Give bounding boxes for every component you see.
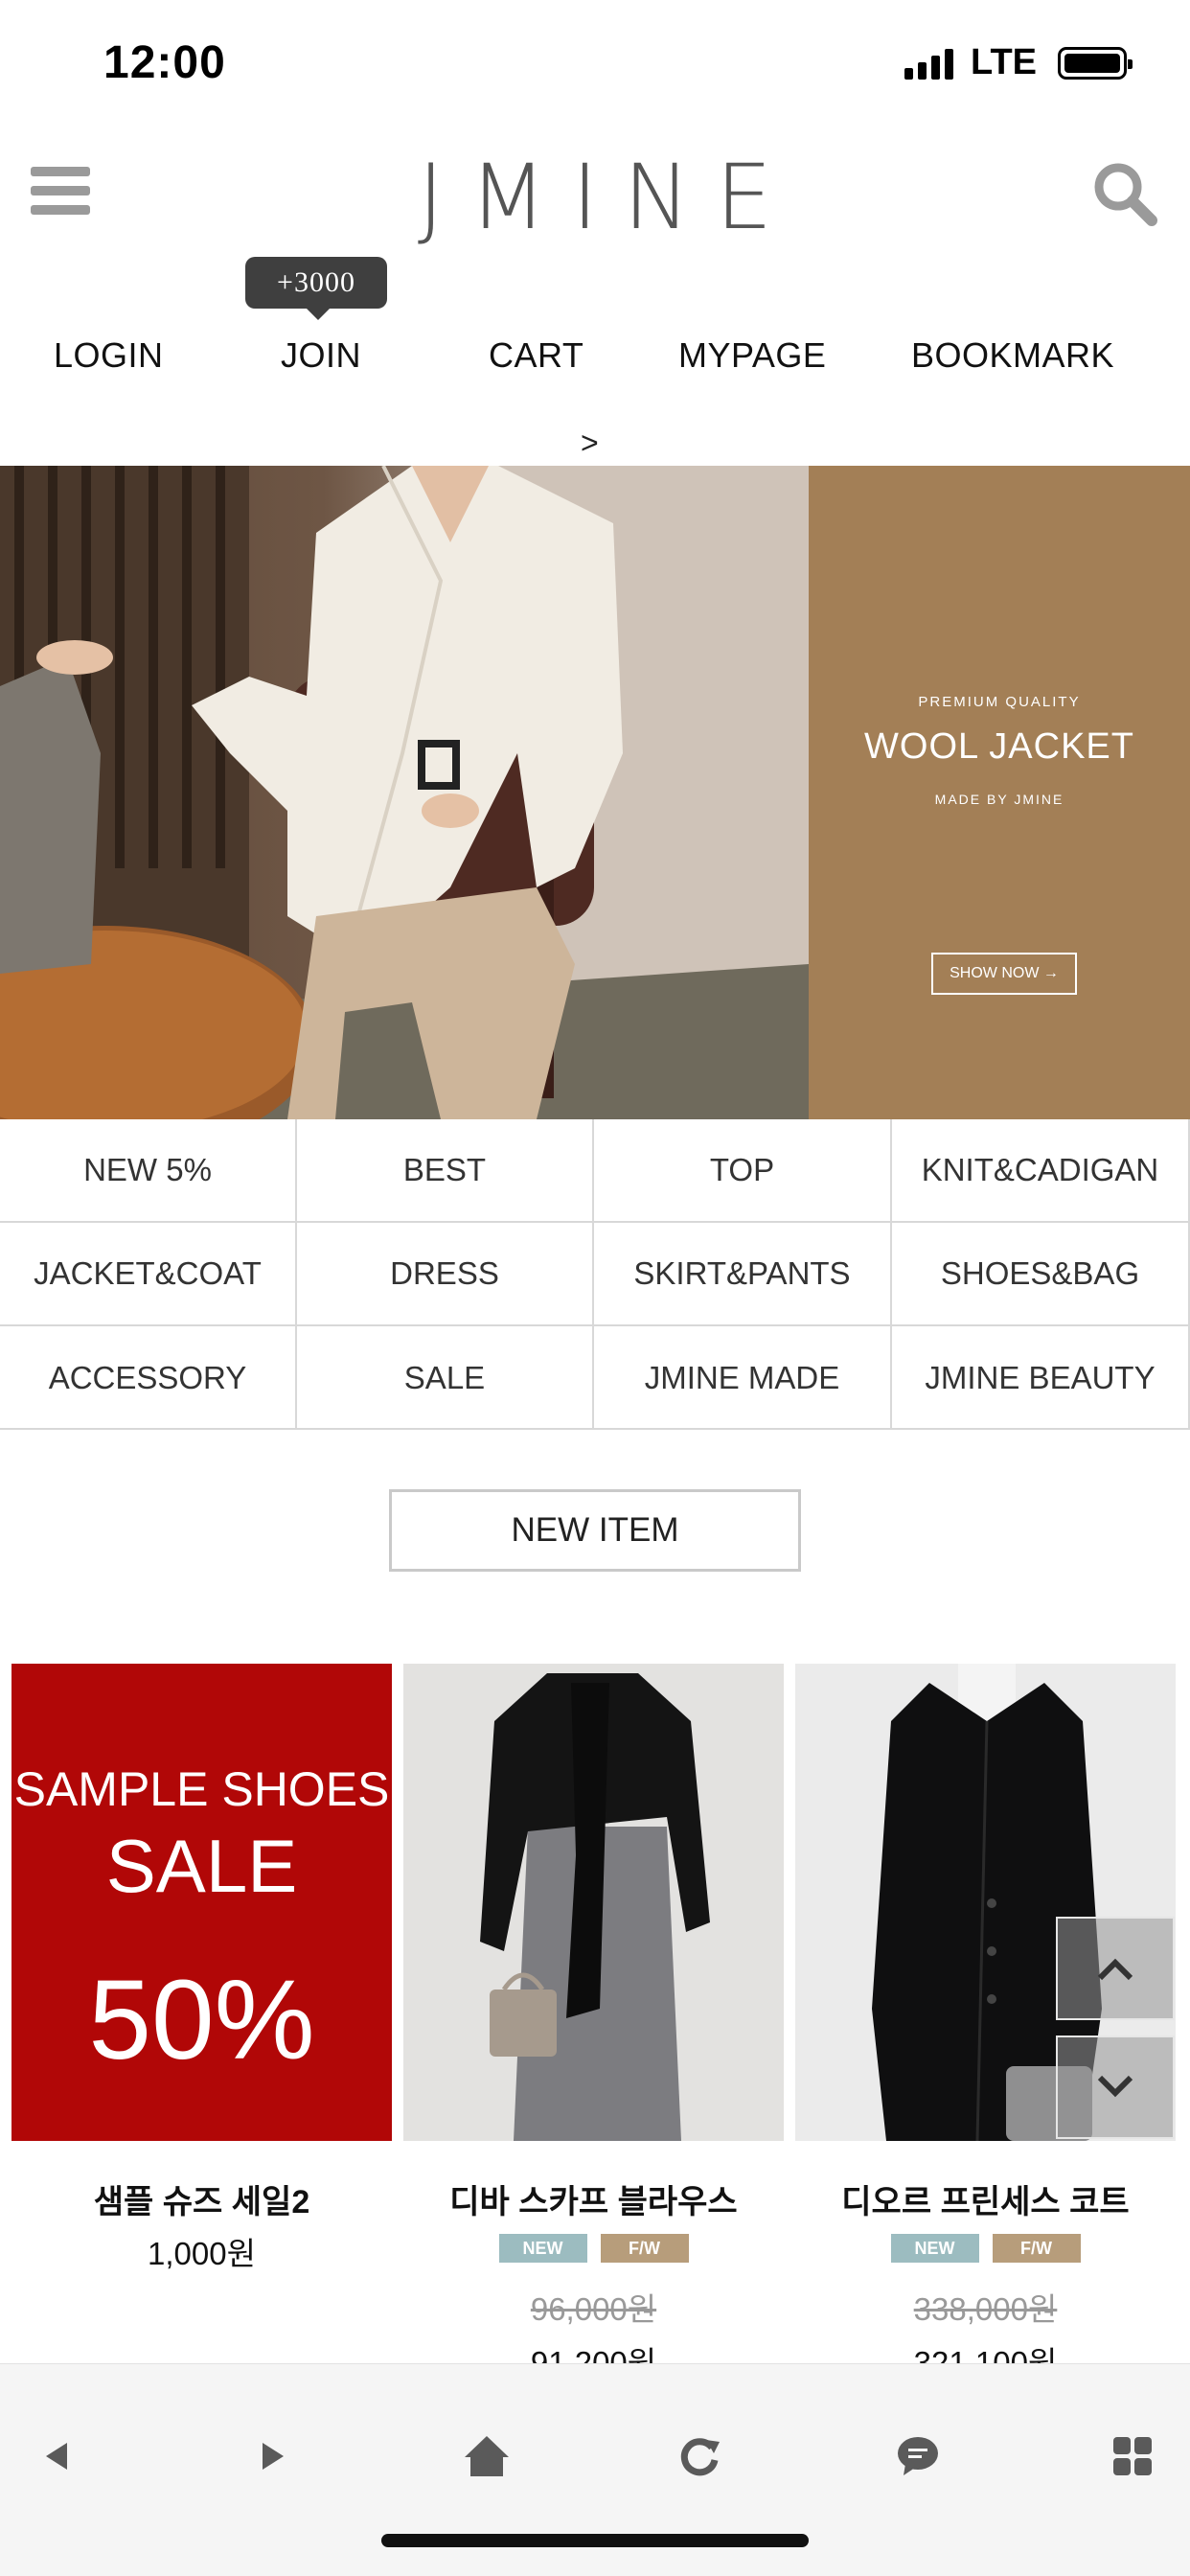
status-indicators: LTE [904, 42, 1133, 83]
badge-new: NEW 5% [890, 2234, 979, 2287]
home-indicator[interactable] [381, 2534, 809, 2547]
scroll-up-button[interactable] [1056, 1917, 1175, 2020]
battery-icon [1058, 46, 1133, 80]
product-card[interactable]: 디바 스카프 블라우스 NEW 5% F/W 96,000원 91,200원 [403, 1664, 784, 2383]
category-top[interactable]: TOP [594, 1119, 892, 1223]
bookmark-link[interactable]: BOOKMARK [911, 335, 1114, 376]
category-jacket-coat[interactable]: JACKET&COAT [0, 1223, 297, 1326]
login-link[interactable]: LOGIN [54, 335, 164, 376]
product-image[interactable]: SAMPLE SHOES SALE 50% [11, 1664, 392, 2141]
product-card[interactable]: SAMPLE SHOES SALE 50% 샘플 슈즈 세일2 1,000원 [11, 1664, 392, 2274]
forward-icon[interactable] [234, 2418, 310, 2495]
top-nav: LOGIN JOIN CART MYPAGE BOOKMARK [0, 335, 1190, 402]
sale-tile-line2: SALE [105, 1824, 298, 1908]
category-sale[interactable]: SALE [297, 1326, 594, 1430]
category-best[interactable]: BEST [297, 1119, 594, 1223]
sale-tile-line3: 50% [88, 1957, 315, 2083]
product-badges: NEW 5% F/W [403, 2234, 784, 2287]
nav-more-arrow[interactable]: > [581, 426, 599, 461]
status-time: 12:00 [103, 37, 226, 88]
grid-icon[interactable] [1094, 2418, 1171, 2495]
join-link[interactable]: JOIN [281, 335, 361, 376]
scroll-down-button[interactable] [1056, 2036, 1175, 2139]
home-icon[interactable] [448, 2418, 525, 2495]
banner-text-panel: PREMIUM QUALITY WOOL JACKET MADE BY JMIN… [809, 466, 1190, 1119]
badge-season: F/W [600, 2234, 689, 2263]
mypage-link[interactable]: MYPAGE [678, 335, 826, 376]
hero-banner[interactable]: PREMIUM QUALITY WOOL JACKET MADE BY JMIN… [0, 466, 1190, 1119]
banner-title: WOOL JACKET [864, 726, 1134, 767]
show-now-button[interactable]: SHOW NOW → [931, 953, 1077, 995]
chat-icon[interactable] [880, 2418, 956, 2495]
search-icon[interactable] [1090, 159, 1159, 228]
signal-icon [904, 47, 954, 80]
refresh-icon[interactable] [661, 2418, 738, 2495]
product-original-price: 96,000원 [530, 2291, 657, 2327]
back-icon[interactable] [19, 2418, 96, 2495]
chevron-up-icon [1097, 1958, 1133, 1981]
network-label: LTE [971, 42, 1037, 82]
cart-link[interactable]: CART [489, 335, 584, 376]
product-badges: NEW 5% F/W [795, 2234, 1176, 2287]
banner-eyebrow: PREMIUM QUALITY [918, 694, 1081, 710]
product-card[interactable]: 디오르 프린세스 코트 NEW 5% F/W 338,000원 321,100원 [795, 1664, 1176, 2383]
site-logo[interactable]: JMINE [0, 146, 1190, 250]
category-grid: NEW 5% BEST TOP KNIT&CADIGAN JACKET&COAT… [0, 1119, 1190, 1430]
category-knit[interactable]: KNIT&CADIGAN [892, 1119, 1190, 1223]
chevron-down-icon [1097, 2075, 1133, 2098]
sale-tile-line1: SAMPLE SHOES [13, 1762, 390, 1816]
product-price: 1,000원 [148, 2236, 256, 2271]
status-bar: 12:00 LTE [0, 0, 1190, 128]
banner-subtitle: MADE BY JMINE [934, 792, 1064, 807]
product-name[interactable]: 디바 스카프 블라우스 [403, 2175, 784, 2222]
badge-new: NEW 5% [498, 2234, 587, 2287]
category-dress[interactable]: DRESS [297, 1223, 594, 1326]
banner-photo [0, 466, 809, 1119]
category-jmine-beauty[interactable]: JMINE BEAUTY [892, 1326, 1190, 1430]
category-skirt-pants[interactable]: SKIRT&PANTS [594, 1223, 892, 1326]
badge-season: F/W [992, 2234, 1081, 2263]
header: JMINE [0, 128, 1190, 263]
category-jmine-made[interactable]: JMINE MADE [594, 1326, 892, 1430]
product-image[interactable] [403, 1664, 784, 2141]
category-shoes-bag[interactable]: SHOES&BAG [892, 1223, 1190, 1326]
new-item-button[interactable]: NEW ITEM [389, 1489, 801, 1572]
join-points-tooltip: +3000 [245, 257, 387, 320]
product-name[interactable]: 샘플 슈즈 세일2 [11, 2175, 392, 2222]
product-name[interactable]: 디오르 프린세스 코트 [795, 2175, 1176, 2222]
category-new[interactable]: NEW 5% [0, 1119, 297, 1223]
category-accessory[interactable]: ACCESSORY [0, 1326, 297, 1430]
product-original-price: 338,000원 [913, 2291, 1058, 2327]
